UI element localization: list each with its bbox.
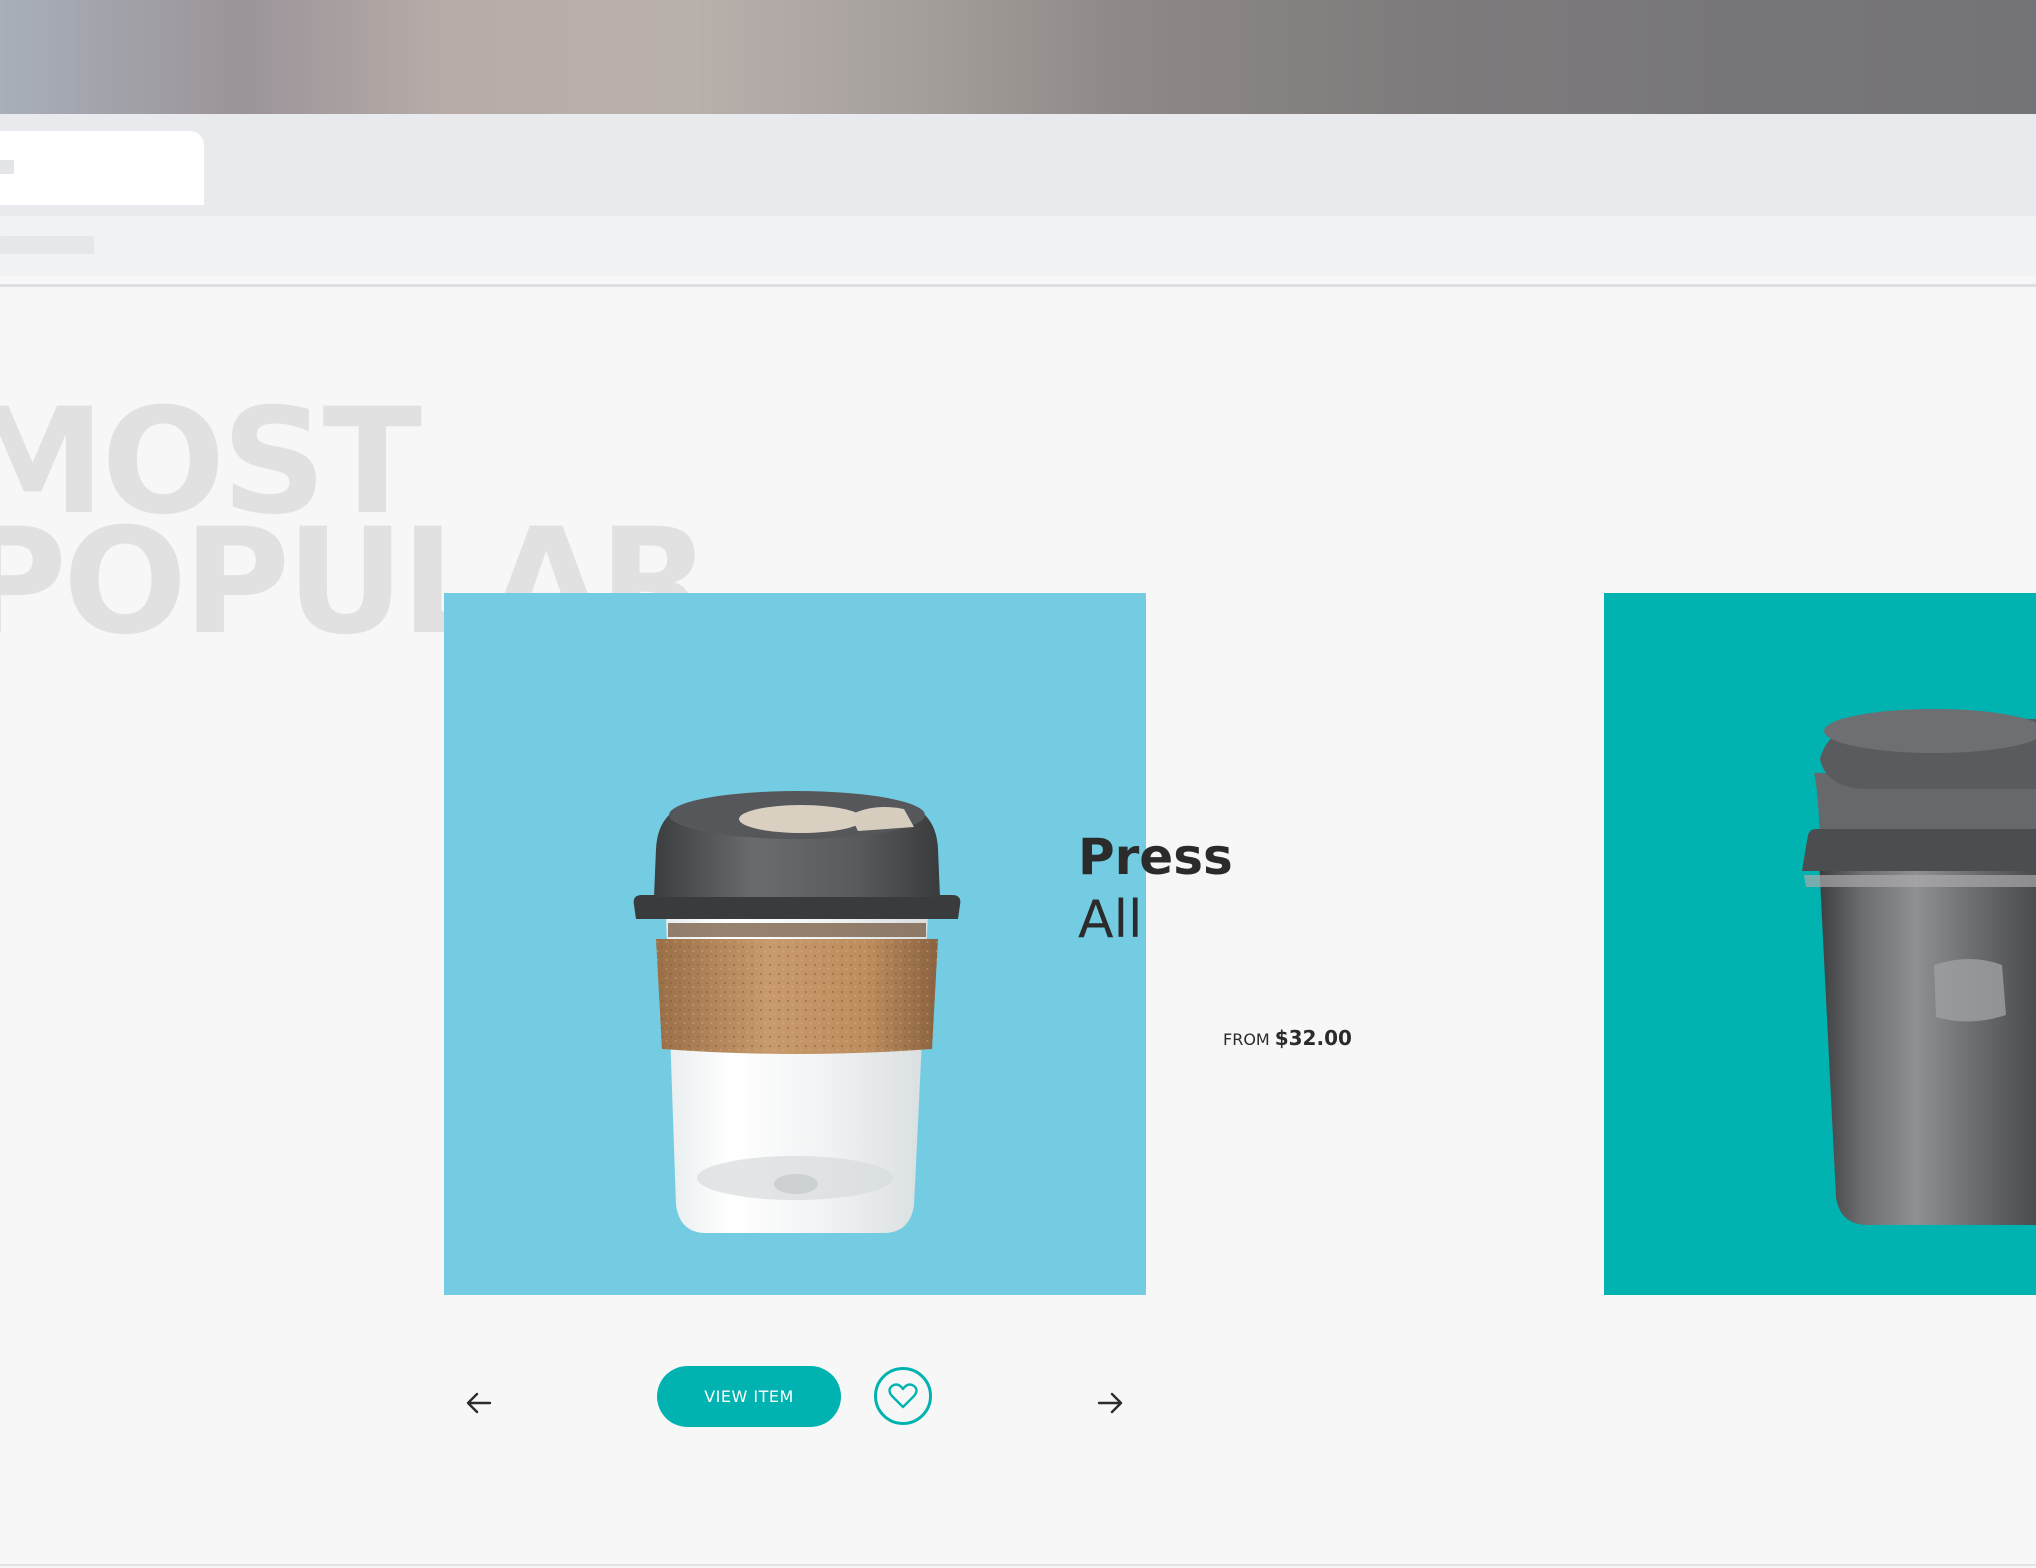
- address-bar[interactable]: [0, 236, 94, 254]
- desktop-background: [0, 0, 2036, 114]
- section-bottom-border: [0, 1564, 2036, 1566]
- browser-toolbar: [0, 216, 2036, 276]
- favorite-button[interactable]: [874, 1367, 932, 1425]
- glass-cup-cork-band-image: [633, 791, 961, 1233]
- page: MOST POPULAR Press All FROM $32.00 VIEW …: [0, 0, 2036, 1568]
- chrome-divider: [0, 284, 2036, 287]
- steel-thermal-cup-image: [1802, 709, 2036, 1225]
- arrow-left-icon: [466, 1392, 492, 1414]
- price-prefix: FROM: [1223, 1030, 1270, 1049]
- carousel-prev-button[interactable]: [462, 1386, 496, 1420]
- product-card-next[interactable]: [1604, 593, 2036, 1295]
- product-price: FROM $32.00: [1223, 1026, 1352, 1050]
- browser-tab-strip: [0, 114, 2036, 216]
- browser-active-tab[interactable]: [0, 131, 204, 205]
- arrow-right-icon: [1097, 1392, 1123, 1414]
- tab-favicon: [0, 160, 14, 174]
- carousel-next-button[interactable]: [1093, 1386, 1127, 1420]
- heart-icon: [888, 1383, 918, 1409]
- product-card-active[interactable]: [444, 593, 1146, 1295]
- product-name: Press: [1078, 828, 1233, 886]
- price-value: $32.00: [1274, 1026, 1352, 1050]
- view-item-button[interactable]: VIEW ITEM: [657, 1366, 841, 1427]
- product-subtitle: All: [1078, 890, 1143, 950]
